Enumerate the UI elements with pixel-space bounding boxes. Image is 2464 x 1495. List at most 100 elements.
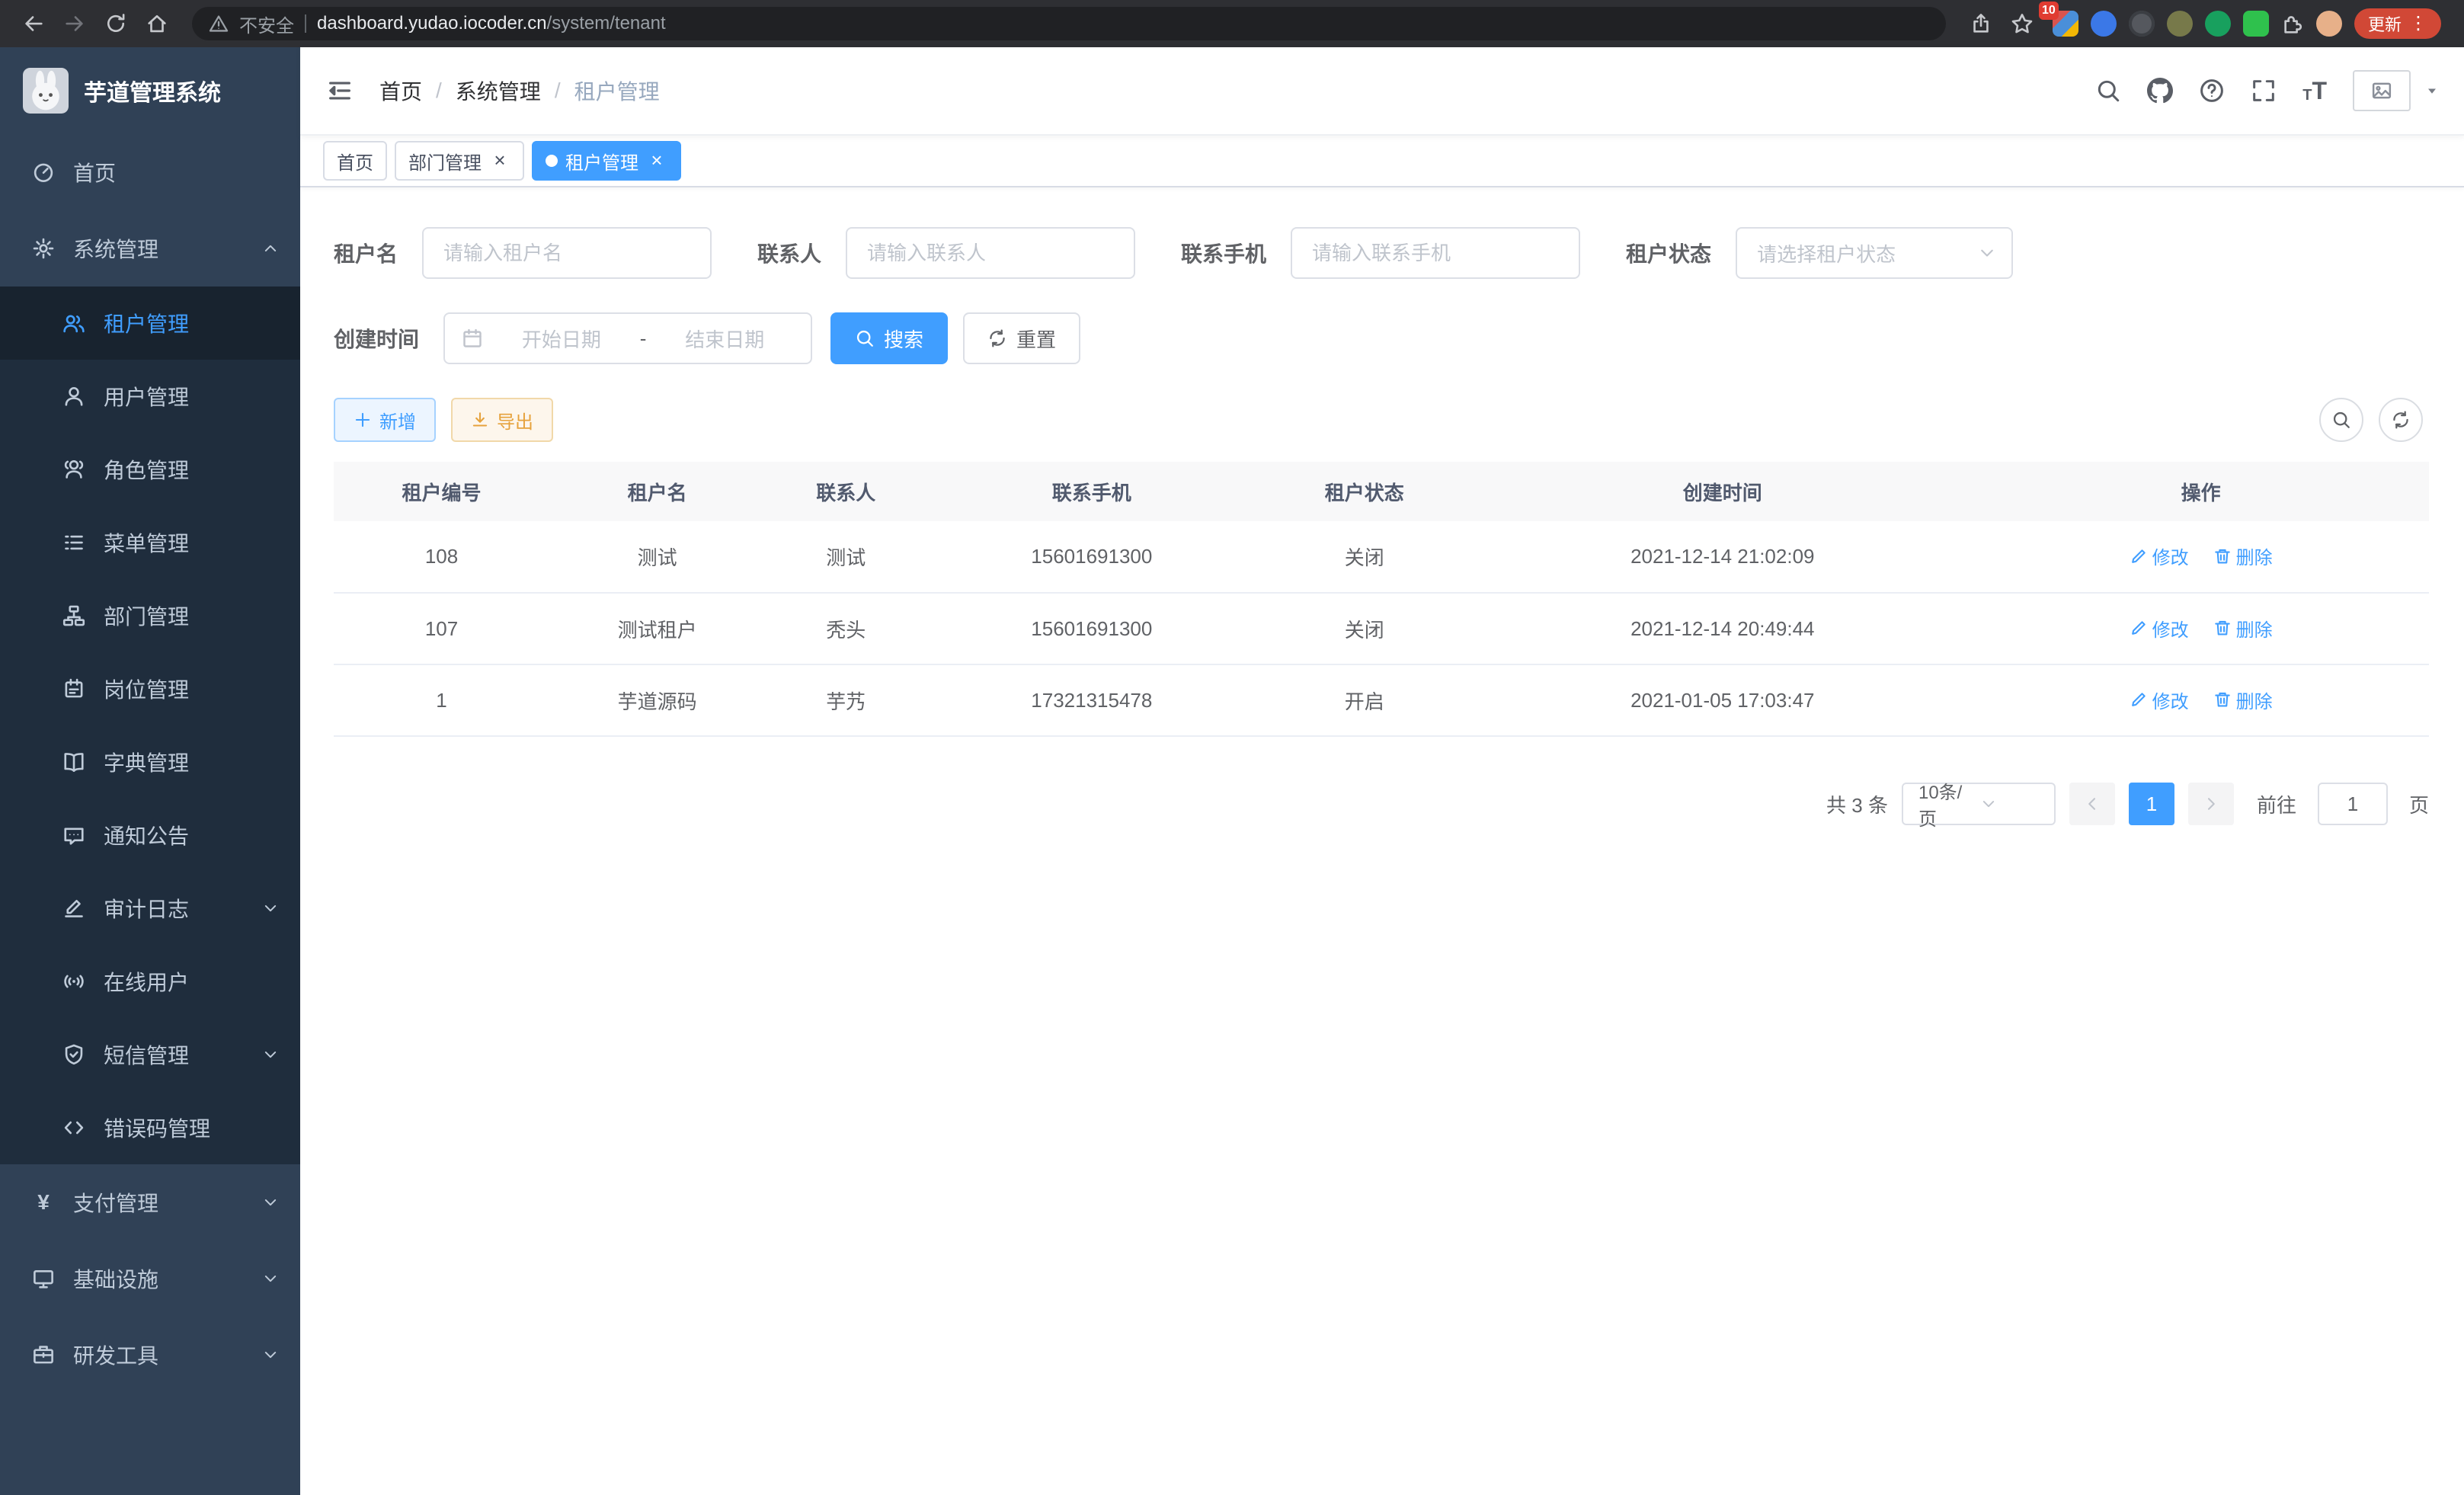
cell-phone: 15601691300 bbox=[926, 593, 1256, 664]
goto-page-input[interactable] bbox=[2318, 783, 2388, 825]
sidebar-item[interactable]: 短信管理 bbox=[0, 1018, 300, 1091]
header-search-icon[interactable] bbox=[2095, 78, 2121, 104]
share-icon[interactable] bbox=[1963, 5, 1999, 42]
tab-close-icon[interactable]: × bbox=[489, 150, 510, 171]
search-icon bbox=[2331, 410, 2351, 430]
github-icon[interactable] bbox=[2147, 78, 2173, 104]
extension-icon-6[interactable] bbox=[2243, 11, 2269, 37]
chevron-down-icon bbox=[262, 1194, 279, 1211]
total-count: 共 3 条 bbox=[1826, 790, 1888, 818]
chevron-up-icon bbox=[262, 240, 279, 257]
edit-button[interactable]: 修改 bbox=[2130, 687, 2189, 713]
sidebar-item[interactable]: 用户管理 bbox=[0, 360, 300, 433]
phone-input[interactable] bbox=[1291, 227, 1580, 279]
extension-icon-5[interactable] bbox=[2205, 11, 2231, 37]
column-header: 联系手机 bbox=[926, 462, 1256, 521]
security-label[interactable]: 不安全 bbox=[239, 11, 294, 37]
font-size-icon[interactable]: TT bbox=[2302, 78, 2327, 103]
breadcrumb-item: 租户管理 bbox=[574, 75, 660, 106]
page-suffix: 页 bbox=[2409, 790, 2429, 818]
chevron-down-icon bbox=[262, 1046, 279, 1063]
delete-button[interactable]: 删除 bbox=[2213, 615, 2273, 642]
date-separator: - bbox=[640, 327, 647, 351]
forward-icon[interactable] bbox=[56, 5, 93, 42]
extension-icon-3[interactable] bbox=[2129, 11, 2155, 37]
sidebar-item[interactable]: ¥支付管理 bbox=[0, 1164, 300, 1240]
user-avatar[interactable] bbox=[2353, 70, 2411, 111]
sidebar-item[interactable]: 在线用户 bbox=[0, 945, 300, 1018]
extension-icon-2[interactable] bbox=[2091, 11, 2117, 37]
extension-icon-4[interactable] bbox=[2167, 11, 2193, 37]
avatar-caret-icon[interactable] bbox=[2424, 83, 2440, 98]
view-tab[interactable]: 租户管理× bbox=[532, 141, 681, 181]
delete-button[interactable]: 删除 bbox=[2213, 687, 2273, 713]
date-start-placeholder[interactable]: 开始日期 bbox=[492, 325, 631, 353]
tenant-name-input[interactable] bbox=[422, 227, 712, 279]
sidebar-item[interactable]: 首页 bbox=[0, 134, 300, 210]
search-button[interactable]: 搜索 bbox=[830, 312, 948, 364]
refresh-table-button[interactable] bbox=[2379, 398, 2423, 442]
create-time-range-picker[interactable]: 开始日期 - 结束日期 bbox=[443, 312, 812, 364]
toggle-search-button[interactable] bbox=[2319, 398, 2363, 442]
sidebar-item[interactable]: 岗位管理 bbox=[0, 652, 300, 725]
reset-button[interactable]: 重置 bbox=[963, 312, 1080, 364]
sidebar-item[interactable]: 基础设施 bbox=[0, 1240, 300, 1317]
phone-label: 联系手机 bbox=[1181, 238, 1266, 268]
contact-input[interactable] bbox=[846, 227, 1135, 279]
sidebar-item[interactable]: 通知公告 bbox=[0, 799, 300, 872]
delete-icon bbox=[2213, 547, 2232, 565]
edit-button[interactable]: 修改 bbox=[2130, 615, 2189, 642]
sidebar-item[interactable]: 研发工具 bbox=[0, 1317, 300, 1393]
tenant-status-select[interactable]: 请选择租户状态 bbox=[1736, 227, 2013, 279]
cell-status: 关闭 bbox=[1256, 521, 1472, 593]
app-logo[interactable]: 芋道管理系统 bbox=[0, 47, 300, 134]
extensions-puzzle-icon[interactable] bbox=[2281, 12, 2304, 35]
home-icon[interactable] bbox=[139, 5, 175, 42]
next-page-button[interactable] bbox=[2188, 783, 2234, 825]
date-end-placeholder[interactable]: 结束日期 bbox=[655, 325, 794, 353]
view-tab[interactable]: 部门管理× bbox=[395, 141, 524, 181]
delete-icon bbox=[2213, 690, 2232, 709]
view-tab[interactable]: 首页 bbox=[323, 141, 387, 181]
hamburger-icon[interactable] bbox=[300, 77, 379, 104]
breadcrumb-item[interactable]: 首页 bbox=[379, 75, 422, 106]
table-toolbar: 新增 导出 bbox=[334, 398, 2429, 442]
sidebar-item[interactable]: 部门管理 bbox=[0, 579, 300, 652]
delete-button[interactable]: 删除 bbox=[2213, 543, 2273, 569]
update-button[interactable]: 更新 ⋮ bbox=[2354, 8, 2441, 39]
sidebar-item[interactable]: 审计日志 bbox=[0, 872, 300, 945]
menu-list-icon bbox=[62, 531, 85, 554]
online-icon bbox=[62, 970, 85, 993]
tab-close-icon[interactable]: × bbox=[646, 150, 667, 171]
reload-icon[interactable] bbox=[98, 5, 134, 42]
sidebar-item[interactable]: 菜单管理 bbox=[0, 506, 300, 579]
page-number-button[interactable]: 1 bbox=[2129, 783, 2174, 825]
screen: 不安全 dashboard.yudao.iocoder.cn/system/te… bbox=[0, 0, 2464, 1495]
sidebar-item[interactable]: 错误码管理 bbox=[0, 1091, 300, 1164]
breadcrumb-item[interactable]: 系统管理 bbox=[456, 75, 541, 106]
help-icon[interactable] bbox=[2199, 78, 2225, 104]
sidebar-item[interactable]: 字典管理 bbox=[0, 725, 300, 799]
sidebar-item[interactable]: 租户管理 bbox=[0, 287, 300, 360]
add-button[interactable]: 新增 bbox=[334, 398, 436, 442]
browser-menu-kebab-icon[interactable]: ⋮ bbox=[2409, 14, 2427, 33]
page-size-select[interactable]: 10条/页 bbox=[1902, 783, 2056, 825]
sidebar-item[interactable]: 角色管理 bbox=[0, 433, 300, 506]
prev-page-button[interactable] bbox=[2069, 783, 2115, 825]
edit-button[interactable]: 修改 bbox=[2130, 543, 2189, 569]
back-icon[interactable] bbox=[15, 5, 52, 42]
extension-icon-1[interactable]: 10 bbox=[2053, 11, 2078, 37]
export-button[interactable]: 导出 bbox=[451, 398, 553, 442]
pagination: 共 3 条 10条/页 1 前往 页 bbox=[334, 783, 2429, 825]
browser-profile-avatar[interactable] bbox=[2316, 11, 2342, 37]
update-label: 更新 bbox=[2368, 11, 2402, 36]
chevron-left-icon bbox=[2083, 795, 2101, 813]
sidebar-item[interactable]: 系统管理 bbox=[0, 210, 300, 287]
sidebar-item-label: 基础设施 bbox=[73, 1263, 244, 1294]
sidebar-item-label: 角色管理 bbox=[104, 454, 279, 485]
table-row: 108测试测试15601691300关闭2021-12-14 21:02:09修… bbox=[334, 521, 2429, 593]
cell-id: 1 bbox=[334, 664, 549, 736]
address-bar[interactable]: 不安全 dashboard.yudao.iocoder.cn/system/te… bbox=[192, 7, 1946, 40]
fullscreen-icon[interactable] bbox=[2251, 78, 2277, 104]
bookmark-star-icon[interactable] bbox=[2004, 5, 2040, 42]
